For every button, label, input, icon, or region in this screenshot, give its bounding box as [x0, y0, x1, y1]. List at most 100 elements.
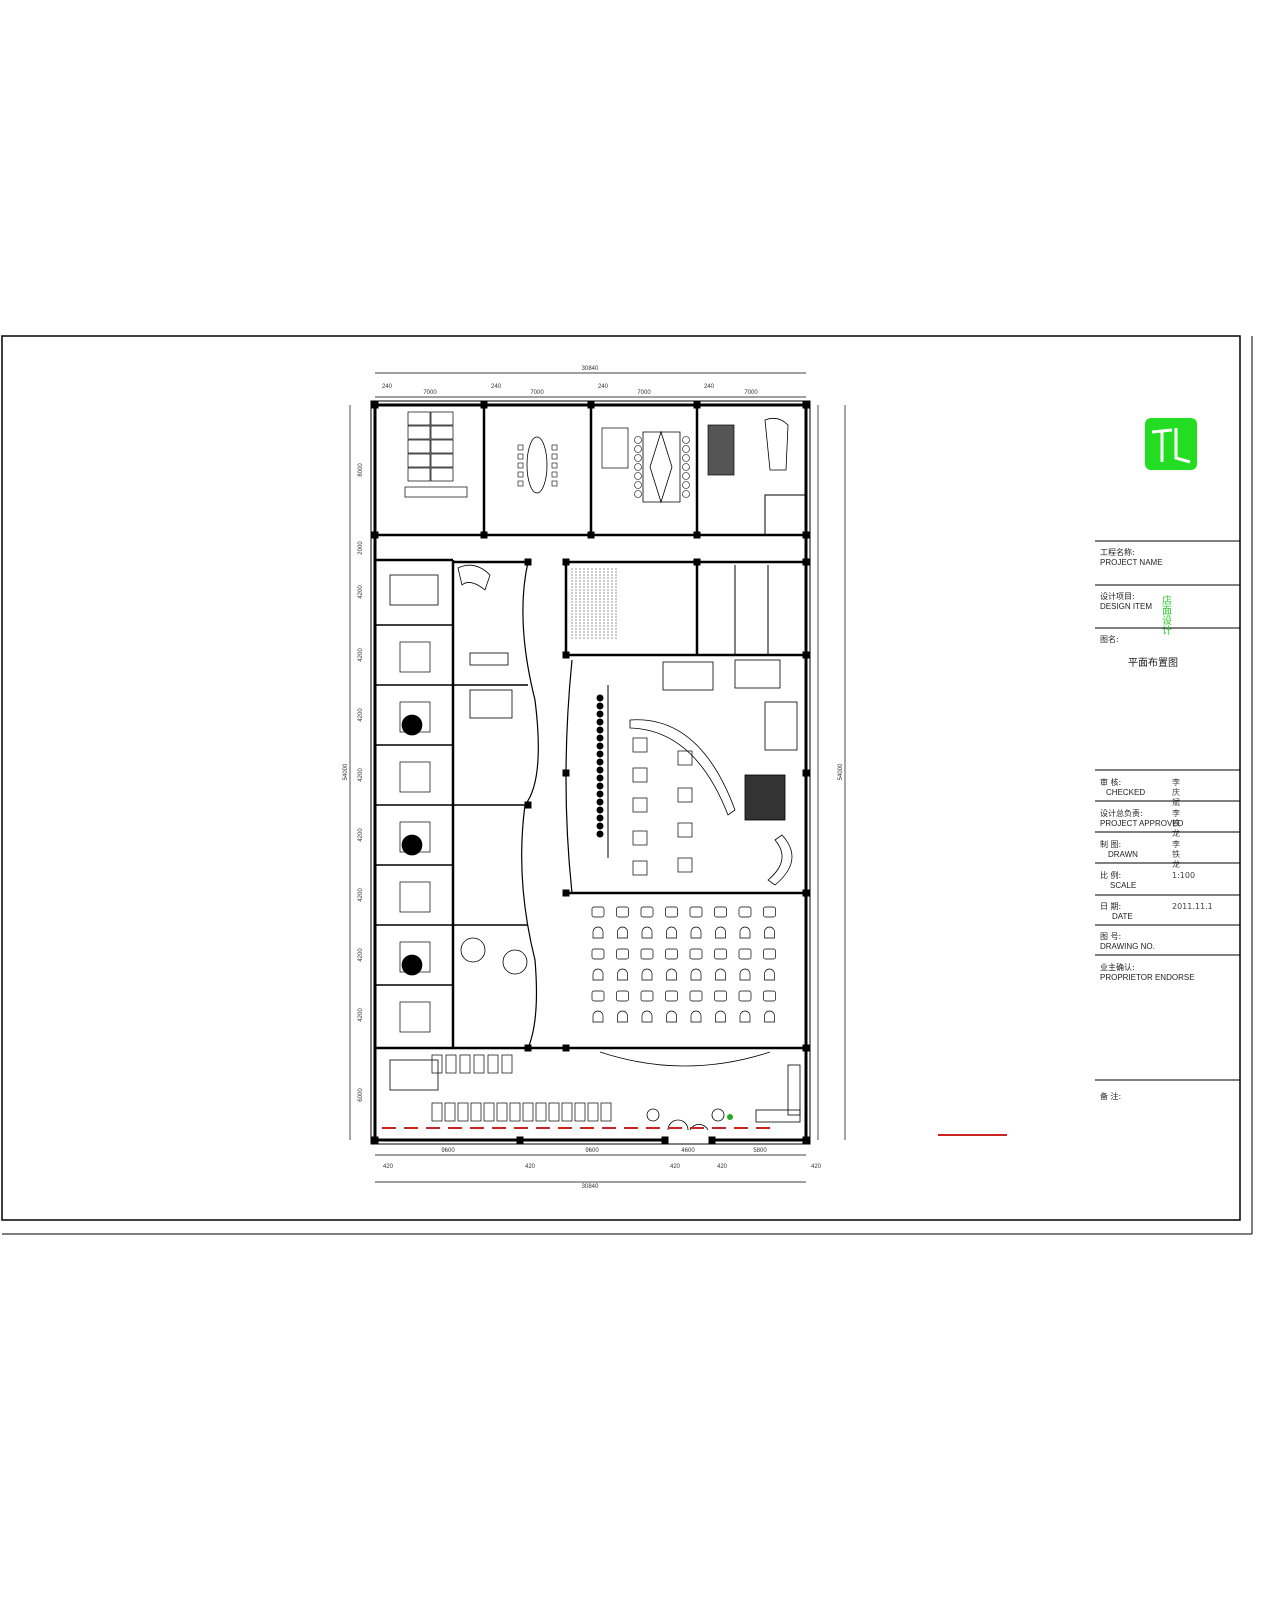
dimension-label: 30840 — [582, 366, 599, 372]
chair — [517, 471, 524, 478]
column — [371, 531, 379, 539]
dimension-label: 7000 — [530, 390, 544, 396]
display-stand — [596, 782, 604, 790]
classroom-seat — [715, 926, 726, 939]
display-stand — [596, 694, 604, 702]
dimension-label: 54000 — [838, 763, 844, 780]
design-item-label-cn: 设计项目: — [1100, 592, 1135, 601]
round-table — [401, 834, 423, 856]
dimension-label: 4200 — [358, 888, 364, 902]
endorse-field: 业主确认: PROPRIETOR ENDORSE — [1100, 963, 1195, 983]
round-table — [401, 714, 423, 736]
bed — [399, 761, 431, 793]
checked-label-en: CHECKED — [1106, 788, 1146, 797]
design-item-field: 设计项目: DESIGN ITEM 店面设计 — [1100, 592, 1172, 637]
conference-table — [526, 436, 548, 494]
dimension-label: 240 — [491, 384, 502, 390]
chair — [551, 444, 558, 451]
cabinet — [407, 425, 431, 440]
display-stand — [596, 774, 604, 782]
dimension-label: 8000 — [358, 463, 364, 477]
date-field: 日 期: DATE 2011.11.1 — [1100, 902, 1213, 922]
plant-green — [727, 1114, 733, 1120]
display-unit — [431, 1102, 443, 1122]
display-stand — [596, 734, 604, 742]
classroom-seat — [690, 968, 702, 981]
display-unit — [522, 1102, 534, 1122]
dining-table — [632, 767, 648, 783]
display-unit — [535, 1102, 547, 1122]
restroom — [764, 494, 807, 536]
dining-table — [632, 860, 648, 876]
bathtub — [764, 417, 789, 471]
work-table — [601, 427, 629, 469]
plant — [646, 1108, 660, 1122]
classroom-seat — [616, 948, 629, 960]
dimension-label: 2000 — [358, 541, 364, 555]
sofa-set — [389, 1059, 439, 1091]
column — [802, 651, 810, 659]
drawing-no-field: 图 号: DRAWING NO. — [1100, 932, 1155, 952]
display-unit — [431, 1054, 443, 1074]
classroom-seat — [592, 1010, 604, 1023]
display-unit — [487, 1054, 499, 1074]
dimension-label: 420 — [717, 1164, 728, 1170]
display-unit — [561, 1102, 573, 1122]
column — [562, 558, 570, 566]
endorse-label-cn: 业主确认: — [1100, 963, 1135, 972]
dimension-label: 420 — [811, 1164, 822, 1170]
date-label-en: DATE — [1112, 912, 1133, 921]
display-stand — [596, 750, 604, 758]
display-unit — [587, 1102, 599, 1122]
dimension-label: 5800 — [753, 1148, 767, 1154]
chair — [551, 471, 558, 478]
classroom-seat — [665, 990, 678, 1002]
drawing-no-label-cn: 图 号: — [1100, 932, 1122, 941]
drawn-label-cn: 制 图: — [1100, 840, 1122, 849]
sofa-set — [734, 659, 781, 689]
column — [562, 651, 570, 659]
curved-sofa — [457, 564, 491, 591]
drawn-label-en: DRAWN — [1108, 850, 1138, 859]
dimension-label: 4200 — [358, 828, 364, 842]
column — [802, 1136, 810, 1144]
column — [661, 1136, 669, 1144]
scale-value: 1:100 — [1172, 871, 1196, 880]
display-stand — [596, 742, 604, 750]
dining-table — [632, 830, 648, 846]
display-unit — [470, 1102, 482, 1122]
classroom-seat — [591, 906, 605, 918]
approved-field: 设计总负责: PROJECT APPROVED 李铁龙 — [1100, 809, 1183, 838]
chair — [551, 453, 558, 460]
design-item-label-en: DESIGN ITEM — [1100, 602, 1153, 611]
rug — [707, 424, 735, 476]
display-unit — [483, 1102, 495, 1122]
chair — [682, 463, 690, 471]
display-stand — [596, 726, 604, 734]
chair — [682, 472, 690, 480]
chair — [551, 480, 558, 487]
classroom-seat — [665, 948, 678, 960]
display-stand — [596, 798, 604, 806]
column — [708, 1136, 716, 1144]
classroom-seat — [689, 906, 703, 918]
display-unit — [574, 1102, 586, 1122]
classroom-seat — [689, 990, 703, 1002]
plant — [711, 1108, 725, 1122]
column — [524, 801, 532, 809]
dimension-label: 240 — [704, 384, 715, 390]
display-unit — [473, 1054, 485, 1074]
round-dining-table — [460, 937, 486, 963]
classroom-seat — [641, 926, 653, 939]
dimension-label: 7000 — [423, 390, 437, 396]
chair — [634, 490, 642, 498]
project-name-label-cn: 工程名称: — [1100, 548, 1135, 557]
display-stand — [596, 718, 604, 726]
column — [524, 558, 532, 566]
dimension-label: 420 — [670, 1164, 681, 1170]
classroom-seat — [763, 906, 776, 918]
dimension-label: 4200 — [358, 585, 364, 599]
classroom-seat — [617, 1010, 628, 1023]
classroom-seat — [665, 906, 678, 918]
armchair-set — [744, 774, 786, 821]
